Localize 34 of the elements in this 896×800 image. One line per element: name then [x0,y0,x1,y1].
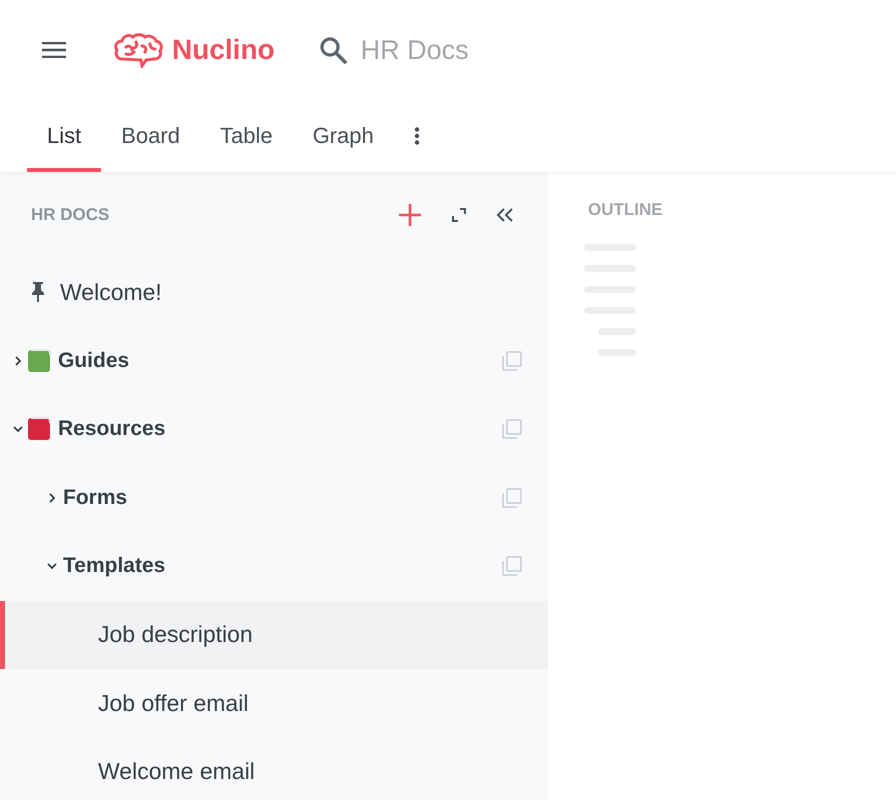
expand-icon[interactable] [452,208,466,222]
workspace-title: HR DOCS [31,205,110,225]
tree-item[interactable]: Resources [0,395,548,464]
search-icon [318,36,347,64]
item-label: Job offer email [98,690,248,717]
outline-title: OUTLINE [588,200,663,219]
add-icon[interactable] [398,203,422,227]
tree-item[interactable]: Welcome email [0,738,548,800]
folder-label: Templates [63,554,166,578]
folder-label: Guides [58,348,130,373]
chevron-icon[interactable] [13,356,23,366]
item-label: Welcome! [60,278,162,306]
tree-item[interactable]: Forms [0,464,548,532]
tree-item[interactable]: Templates [0,532,548,600]
chevron-icon[interactable] [47,492,57,503]
tree-item[interactable]: Job offer email [0,669,548,738]
view-tab[interactable]: Graph [292,100,394,172]
view-tab[interactable]: Board [101,100,200,172]
search-field[interactable]: HR Docs [358,34,563,66]
menu-icon[interactable] [42,42,66,58]
pin-icon [30,281,46,304]
chevron-icon[interactable] [47,561,57,572]
item-label: Welcome email [98,758,255,786]
folder-label: Forms [63,486,128,510]
collapse-sidebar-icon[interactable] [496,208,514,222]
view-tab[interactable]: Table [200,100,293,172]
folder-label: Resources [58,417,166,442]
more-icon[interactable] [414,127,420,145]
item-label: Job description [98,621,253,648]
brain-logo-icon [114,32,164,68]
tree-item[interactable]: Job description [0,600,548,669]
tree-item[interactable]: Welcome! [0,258,548,326]
chevron-icon[interactable] [13,424,23,434]
tree-item[interactable]: Guides [0,326,548,395]
